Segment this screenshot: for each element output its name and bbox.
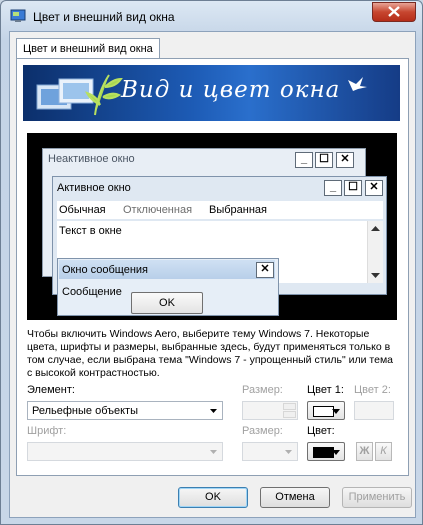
chevron-down-icon <box>332 409 340 414</box>
scroll-up-icon <box>371 226 380 231</box>
size-label: Размер: <box>242 384 283 396</box>
tab-panel: Вид и цвет окна Неактивное окно _ ☐ ✕ Ак… <box>16 58 409 476</box>
close-icon: ✕ <box>365 180 383 196</box>
font-size-label: Размер: <box>242 425 283 437</box>
preview-menubar: Обычная Отключенная Выбранная <box>57 201 383 219</box>
header-banner: Вид и цвет окна <box>23 65 400 121</box>
color1-picker[interactable] <box>307 401 345 420</box>
cancel-button[interactable]: Отмена <box>260 487 330 508</box>
font-label: Шрифт: <box>27 425 67 437</box>
window-text: Текст в окне <box>59 225 122 237</box>
italic-button[interactable]: К <box>375 442 392 461</box>
chevron-down-icon <box>210 409 217 413</box>
menu-item-selected[interactable]: Выбранная <box>209 204 267 216</box>
dialog-client: Цвет и внешний вид окна Вид и цвет окна … <box>9 31 416 518</box>
font-color-picker[interactable] <box>307 442 345 461</box>
scroll-down-icon <box>371 273 380 278</box>
color-settings-icon <box>10 8 26 24</box>
element-label: Элемент: <box>27 384 75 396</box>
minimize-icon: _ <box>324 180 342 196</box>
font-color-label: Цвет: <box>307 425 335 437</box>
color2-picker[interactable] <box>354 401 394 420</box>
menu-item-disabled[interactable]: Отключенная <box>123 204 192 216</box>
spin-down-icon <box>283 411 296 418</box>
info-text: Чтобы включить Windows Aero, выберите те… <box>27 328 393 379</box>
tab-window-color[interactable]: Цвет и внешний вид окна <box>16 38 160 59</box>
minimize-icon: _ <box>295 152 313 168</box>
apply-button[interactable]: Применить <box>342 487 412 508</box>
inactive-window-title: Неактивное окно <box>48 153 135 165</box>
message-ok-button[interactable]: OK <box>131 292 203 314</box>
maximize-icon: ☐ <box>315 152 333 168</box>
message-text: Сообщение <box>62 286 122 298</box>
spin-up-icon <box>283 403 296 410</box>
dialog-window: Цвет и внешний вид окна Цвет и внешний в… <box>0 0 423 525</box>
chevron-down-icon <box>285 450 292 454</box>
maximize-icon: ☐ <box>344 180 362 196</box>
color1-label: Цвет 1: <box>307 384 344 396</box>
banner-title: Вид и цвет окна <box>121 77 341 103</box>
title-bar[interactable]: Цвет и внешний вид окна <box>1 1 422 31</box>
chevron-down-icon <box>210 450 217 454</box>
bold-button[interactable]: Ж <box>356 442 373 461</box>
size-spinner[interactable] <box>242 401 298 420</box>
appearance-preview[interactable]: Неактивное окно _ ☐ ✕ Активное окно _ ☐ … <box>27 133 397 320</box>
window-title: Цвет и внешний вид окна <box>33 10 175 24</box>
chevron-down-icon <box>332 450 340 455</box>
color2-label: Цвет 2: <box>354 384 391 396</box>
close-icon: ✕ <box>256 262 274 278</box>
preview-scrollbar[interactable] <box>367 221 383 283</box>
preview-message-box[interactable]: Окно сообщения ✕ Сообщение OK <box>57 258 279 316</box>
close-button[interactable] <box>372 2 416 22</box>
menu-item-normal[interactable]: Обычная <box>59 204 106 216</box>
element-dropdown[interactable]: Рельефные объекты <box>27 401 223 420</box>
message-box-title: Окно сообщения <box>62 264 148 276</box>
color1-swatch <box>313 406 334 417</box>
active-window-title: Активное окно <box>57 182 131 194</box>
ok-button[interactable]: OK <box>178 487 248 508</box>
element-value: Рельефные объекты <box>32 405 139 417</box>
font-color-swatch <box>313 447 334 458</box>
font-size-dropdown[interactable] <box>242 442 298 461</box>
close-icon: ✕ <box>336 152 354 168</box>
close-icon <box>388 6 400 17</box>
font-dropdown[interactable] <box>27 442 223 461</box>
